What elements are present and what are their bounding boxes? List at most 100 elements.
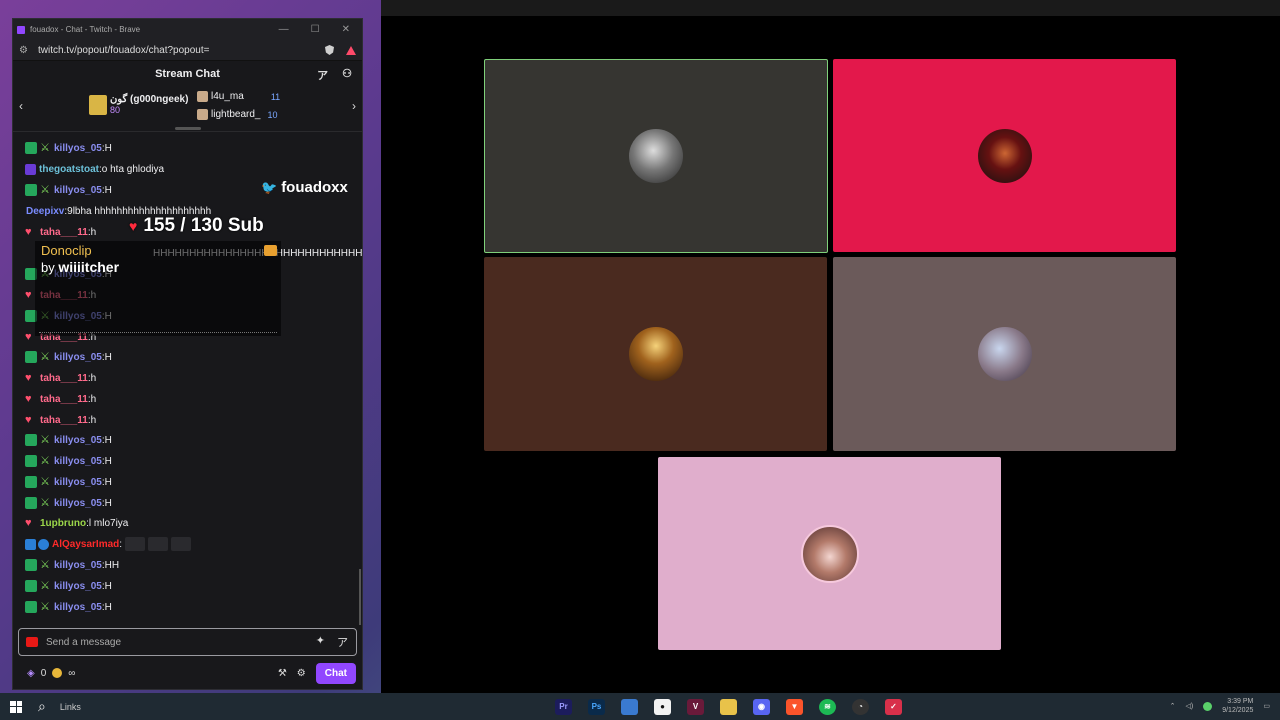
chat-message[interactable]: ⋮♥1upbruno: l mlo7iya bbox=[13, 513, 128, 533]
participant-tile-2[interactable] bbox=[833, 59, 1176, 252]
chat-username[interactable]: killyos_05 bbox=[54, 581, 102, 592]
heart-badge-icon: ♥ bbox=[25, 517, 32, 529]
emote-icon[interactable]: ア bbox=[337, 634, 348, 650]
chat-text: l mlo7iya bbox=[88, 517, 129, 529]
chat-message[interactable]: ⚔killyos_05: H bbox=[13, 430, 112, 450]
network-status-icon[interactable] bbox=[1203, 701, 1213, 711]
volume-icon[interactable]: ◁) bbox=[1186, 702, 1194, 710]
clip-camera-icon[interactable] bbox=[26, 637, 38, 647]
chat-input[interactable]: Send a message ✦ ア bbox=[18, 628, 357, 656]
taskbar-links-label[interactable]: Links bbox=[60, 702, 81, 712]
chat-message[interactable]: ⚔killyos_05: H bbox=[13, 576, 112, 596]
chat-username[interactable]: taha___11 bbox=[40, 415, 88, 426]
chat-message[interactable]: ♥taha___11: h bbox=[13, 368, 96, 388]
gifter-name-3: lightbeard_ bbox=[211, 109, 261, 120]
windows-start-icon[interactable] bbox=[10, 700, 22, 713]
scroll-indicator bbox=[175, 127, 201, 130]
app-icon[interactable] bbox=[621, 699, 638, 715]
chat-username[interactable]: killyos_05 bbox=[54, 602, 102, 613]
chat-username[interactable]: thegoatstoat bbox=[39, 164, 99, 175]
chevron-up-icon[interactable]: ⌃ bbox=[1170, 702, 1176, 710]
chat-scrollbar[interactable] bbox=[359, 569, 361, 625]
photoshop-icon[interactable]: Ps bbox=[588, 699, 605, 715]
site-settings-icon[interactable]: ⚙ bbox=[19, 45, 28, 56]
window-title: fouadox - Chat - Twitch - Brave bbox=[30, 25, 141, 34]
chat-message[interactable]: ⋮thegoatstoat: o hta ghlodiya bbox=[13, 159, 164, 179]
chat-message[interactable]: ⚔killyos_05: H bbox=[13, 347, 112, 367]
chat-text: H bbox=[104, 184, 112, 196]
speedometer-icon[interactable]: ◔ bbox=[852, 699, 869, 715]
chat-username[interactable]: killyos_05 bbox=[54, 185, 102, 196]
chat-username[interactable]: AlQaysarImad bbox=[52, 539, 119, 550]
participant-tile-3[interactable] bbox=[484, 257, 827, 451]
chat-input-placeholder[interactable]: Send a message bbox=[46, 637, 121, 648]
gift-icon bbox=[89, 94, 107, 115]
chat-username[interactable]: killyos_05 bbox=[54, 456, 102, 467]
minimize-button[interactable]: — bbox=[279, 24, 289, 35]
verified-badge-icon bbox=[38, 538, 49, 550]
pinned-app-icon[interactable]: ✓ bbox=[885, 699, 902, 715]
brave-icon[interactable]: ▼ bbox=[786, 699, 803, 715]
heart-badge-icon: ♥ bbox=[25, 393, 32, 405]
participant-tile-4[interactable] bbox=[833, 257, 1176, 451]
chat-username[interactable]: taha___11 bbox=[40, 227, 88, 238]
obs-icon[interactable]: ● bbox=[654, 699, 671, 715]
participant-avatar bbox=[800, 524, 859, 583]
chat-message[interactable]: ♥taha___11: h bbox=[13, 389, 96, 409]
brave-shield-icon[interactable] bbox=[325, 45, 334, 55]
channel-points-icon[interactable] bbox=[52, 668, 63, 678]
chat-username[interactable]: taha___11 bbox=[40, 373, 88, 384]
chat-username[interactable]: killyos_05 bbox=[54, 477, 102, 488]
chat-username[interactable]: killyos_05 bbox=[54, 143, 102, 154]
address-bar[interactable]: ⚙ twitch.tv/popout/fouadox/chat?popout= bbox=[13, 40, 362, 61]
chat-username[interactable]: killyos_05 bbox=[54, 498, 102, 509]
chat-message[interactable]: ⚔killyos_05: H bbox=[13, 472, 112, 492]
chat-username[interactable]: taha___11 bbox=[40, 394, 88, 405]
chat-username[interactable]: killyos_05 bbox=[54, 435, 102, 446]
chat-message-list[interactable]: ⚔ killyos_05: H ⋮thegoatstoat: o hta ghlod… bbox=[13, 131, 362, 629]
brave-rewards-icon[interactable] bbox=[346, 45, 356, 55]
chat-username[interactable]: Deepixv bbox=[26, 206, 64, 217]
chat-message[interactable]: ♥taha___11: h bbox=[13, 410, 96, 430]
bits-icon[interactable]: ✦ bbox=[316, 634, 325, 650]
chevron-left-icon[interactable]: ‹ bbox=[19, 99, 23, 113]
chevron-right-icon[interactable]: › bbox=[352, 99, 356, 113]
close-button[interactable]: ✕ bbox=[342, 24, 350, 35]
gifter-count-2: 11 bbox=[270, 91, 281, 102]
vegas-icon[interactable]: V bbox=[687, 699, 704, 715]
taskbar-clock[interactable]: 3:39 PM 9/12/2025 bbox=[1222, 697, 1253, 715]
chat-username[interactable]: killyos_05 bbox=[54, 560, 102, 571]
mod-tools-icon[interactable]: ⚒ bbox=[278, 668, 287, 679]
premiere-icon[interactable]: Pr bbox=[555, 699, 572, 715]
file-explorer-icon[interactable] bbox=[720, 699, 737, 715]
users-icon[interactable]: ⚇ bbox=[342, 67, 352, 83]
url-text[interactable]: twitch.tv/popout/fouadox/chat?popout= bbox=[38, 45, 210, 56]
donoclip-overlay: Donoclip by wiiiitcher bbox=[35, 241, 281, 336]
maximize-button[interactable]: ☐ bbox=[311, 24, 320, 35]
clip-title: Donoclip bbox=[41, 243, 92, 258]
taskbar: ⌕ Links Pr Ps ● V ◉ ▼ ≋ ◔ ✓ ⌃ ◁) 3:39 PM… bbox=[0, 693, 1280, 720]
chat-message[interactable]: ⚔killyos_05: H bbox=[13, 597, 112, 617]
chat-message[interactable]: ⚔killyos_05: H bbox=[13, 451, 112, 471]
swords-badge-icon: ⚔ bbox=[40, 559, 50, 571]
bits-diamond-icon[interactable]: ◈ bbox=[27, 668, 35, 679]
participant-tile-1-active[interactable] bbox=[484, 59, 828, 253]
discord-icon[interactable]: ◉ bbox=[753, 699, 770, 715]
settings-gear-icon[interactable]: ⚙ bbox=[297, 668, 306, 679]
chat-username[interactable]: killyos_05 bbox=[54, 352, 102, 363]
translate-icon[interactable]: ア bbox=[317, 67, 328, 83]
chat-message[interactable]: ⚔ killyos_05: HH bbox=[13, 555, 119, 575]
chat-message[interactable]: ♥taha___11: h bbox=[13, 222, 96, 242]
participant-tile-5[interactable] bbox=[658, 457, 1001, 650]
notification-icon[interactable]: ▭ bbox=[1263, 702, 1270, 710]
chat-message[interactable]: ⚔killyos_05: H bbox=[13, 180, 112, 200]
chat-send-button[interactable]: Chat bbox=[315, 662, 356, 684]
chat-username[interactable]: 1upbruno bbox=[40, 518, 86, 529]
chat-message[interactable]: ⚔killyos_05: H bbox=[13, 493, 112, 513]
chat-text: h bbox=[90, 393, 97, 405]
heart-icon: ♥ bbox=[129, 218, 138, 234]
search-icon[interactable]: ⌕ bbox=[38, 698, 46, 715]
spotify-icon[interactable]: ≋ bbox=[819, 699, 836, 715]
chat-message[interactable]: ⋮AlQaysarImad: bbox=[13, 534, 192, 554]
chat-message[interactable]: ⚔killyos_05: H bbox=[13, 138, 112, 158]
